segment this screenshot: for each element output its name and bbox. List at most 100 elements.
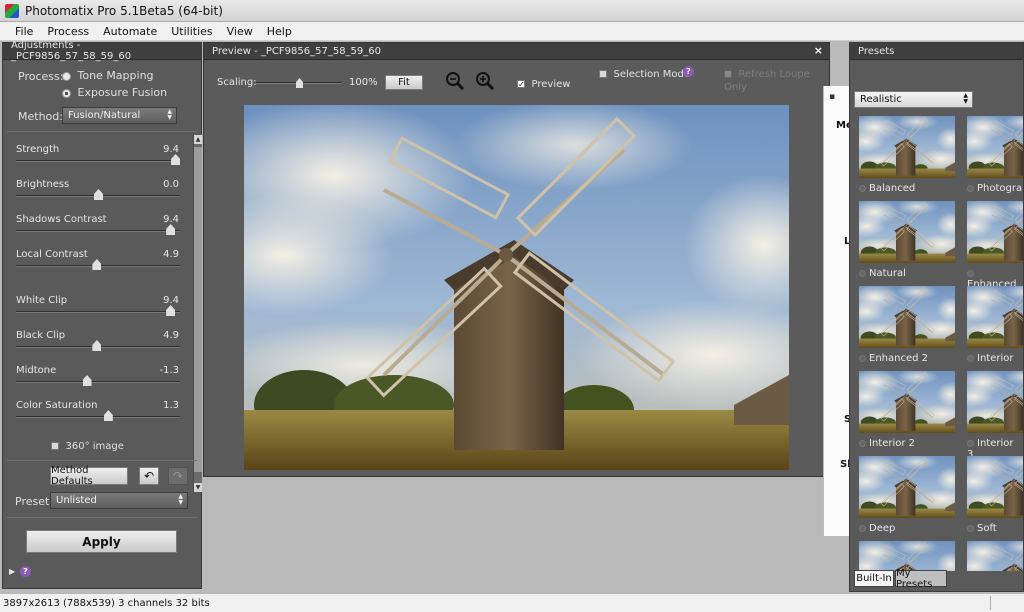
- slider-track[interactable]: [16, 381, 180, 383]
- slider-track[interactable]: [16, 230, 180, 232]
- slider-value: 9.4: [163, 214, 179, 225]
- preset-label[interactable]: Deep: [859, 523, 895, 534]
- slider-thumb[interactable]: [92, 259, 102, 270]
- preset-label: Preset:: [15, 495, 54, 508]
- slider-thumb[interactable]: [94, 189, 103, 200]
- close-icon[interactable]: ×: [814, 44, 823, 57]
- preset-thumbnail-deep[interactable]: [859, 456, 955, 518]
- slider-thumb[interactable]: [92, 340, 102, 351]
- preset-label[interactable]: Natural: [859, 268, 906, 279]
- help-icon[interactable]: ?: [683, 66, 694, 77]
- scaling-slider[interactable]: [256, 78, 342, 88]
- preset-category-dropdown[interactable]: Realistic ▲ ▼: [854, 91, 973, 108]
- slider-brightness[interactable]: Brightness 0.0: [15, 179, 181, 209]
- menu-process[interactable]: Process: [40, 25, 96, 38]
- preview-label: Preview: [531, 79, 571, 90]
- tab-my-presets[interactable]: My Presets: [895, 567, 947, 590]
- process-label: Process:: [18, 70, 64, 83]
- preset-label[interactable]: Interior: [967, 353, 1013, 364]
- preset-category-value: Realistic: [860, 94, 902, 105]
- slider-thumb[interactable]: [166, 224, 176, 235]
- method-defaults-button[interactable]: Method Defaults: [50, 465, 128, 487]
- image-360-checkbox[interactable]: 360° image: [51, 439, 124, 452]
- menu-file[interactable]: File: [8, 25, 40, 38]
- slider-value: -1.3: [159, 365, 179, 376]
- menu-view[interactable]: View: [220, 25, 260, 38]
- zoom-in-icon[interactable]: [475, 71, 495, 91]
- preset-label[interactable]: Soft: [967, 523, 997, 534]
- slider-track[interactable]: [16, 311, 180, 313]
- preview-image[interactable]: [244, 105, 789, 470]
- scaling-thumb[interactable]: [296, 78, 303, 88]
- slider-track[interactable]: [16, 160, 180, 162]
- help-icon[interactable]: ?: [20, 566, 31, 577]
- preset-label[interactable]: Balanced: [859, 183, 915, 194]
- menu-help[interactable]: Help: [260, 25, 299, 38]
- slider-black-clip[interactable]: Black Clip 4.9: [15, 330, 181, 360]
- slider-thumb[interactable]: [166, 305, 176, 316]
- preset-name: Interior: [977, 353, 1014, 364]
- slider-thumb[interactable]: [171, 154, 181, 165]
- apply-button[interactable]: Apply: [26, 530, 177, 553]
- scroll-thumb[interactable]: [194, 147, 202, 472]
- presets-panel: Presets Realistic ▲▼ Balanced Photograph…: [849, 42, 1024, 592]
- menu-automate[interactable]: Automate: [96, 25, 164, 38]
- thumbnail-image: [967, 371, 1023, 433]
- adjustments-scrollbar[interactable]: ▲ ▼: [193, 135, 202, 492]
- preset-label[interactable]: Enhanced 2: [859, 353, 928, 364]
- slider-midtone[interactable]: Midtone -1.3: [15, 365, 181, 395]
- preset-thumbnail-interior-2[interactable]: [859, 371, 955, 433]
- preset-thumbnail-balanced[interactable]: [859, 116, 955, 178]
- menu-bar: File Process Automate Utilities View Hel…: [0, 22, 1024, 41]
- slider-thumb[interactable]: [82, 375, 92, 386]
- preset-name: Interior 2: [869, 438, 916, 449]
- adjustments-panel: Adjustments - _PCF9856_57_58_59_60 Proce…: [2, 40, 202, 589]
- slider-local-contrast[interactable]: Local Contrast 4.9: [15, 249, 181, 279]
- adjustments-header: Adjustments - _PCF9856_57_58_59_60: [3, 40, 201, 62]
- expand-triangle-icon[interactable]: ▶: [9, 567, 15, 576]
- radio-circle-icon: [62, 71, 71, 81]
- preset-thumbnail-partial[interactable]: [859, 541, 955, 571]
- preset-label[interactable]: Interior 2: [859, 438, 915, 449]
- scroll-down-icon[interactable]: ▼: [194, 483, 202, 492]
- status-bar: 3897x2613 (788x539) 3 channels 32 bits: [0, 593, 1024, 612]
- menu-utilities[interactable]: Utilities: [164, 25, 219, 38]
- radio-tone-mapping[interactable]: Tone Mapping: [62, 69, 154, 82]
- preset-dropdown[interactable]: Unlisted ▲ ▼: [50, 492, 188, 509]
- checkbox-checked-icon: [517, 80, 525, 88]
- preview-title: Preview - _PCF9856_57_58_59_60: [212, 45, 382, 57]
- slider-label: Color Saturation: [16, 400, 98, 411]
- preset-thumbnail-partial[interactable]: [967, 541, 1023, 571]
- undo-button[interactable]: ↶: [139, 467, 159, 485]
- preset-thumbnail-interior-3[interactable]: [967, 371, 1023, 433]
- thumbnail-image: [859, 541, 955, 571]
- preset-thumbnail-interior[interactable]: [967, 286, 1023, 348]
- refresh-loupe-checkbox[interactable]: Refresh Loupe Only: [724, 67, 829, 93]
- preset-label[interactable]: Photographic: [967, 183, 1023, 194]
- slider-white-clip[interactable]: White Clip 9.4: [15, 295, 181, 325]
- tab-label: My Presets: [896, 567, 933, 590]
- slider-track[interactable]: [16, 416, 180, 418]
- slider-thumb[interactable]: [103, 410, 113, 421]
- preset-thumbnail-photographic[interactable]: [967, 116, 1023, 178]
- preset-thumbnail-enhanced-2[interactable]: [859, 286, 955, 348]
- radio-exposure-fusion[interactable]: Exposure Fusion: [62, 86, 167, 99]
- slider-color-saturation[interactable]: Color Saturation 1.3: [15, 400, 181, 430]
- slider-shadows-contrast[interactable]: Shadows Contrast 9.4: [15, 214, 181, 244]
- radio-selected-icon: [62, 88, 71, 98]
- redo-button[interactable]: ↷: [168, 467, 188, 485]
- preview-checkbox[interactable]: Preview: [517, 77, 570, 90]
- slider-label: White Clip: [16, 295, 68, 306]
- slider-strength[interactable]: Strength 9.4: [15, 144, 181, 174]
- selection-mode-checkbox[interactable]: Selection Mode: [599, 67, 690, 80]
- scroll-up-icon[interactable]: ▲: [194, 135, 202, 144]
- slider-value: 0.0: [163, 179, 179, 190]
- refresh-loupe-label: Refresh Loupe Only: [724, 69, 810, 93]
- tab-built-in[interactable]: Built-In: [854, 570, 894, 587]
- preset-thumbnail-enhanced[interactable]: [967, 201, 1023, 263]
- preset-thumbnail-natural[interactable]: [859, 201, 955, 263]
- fit-button[interactable]: Fit: [385, 75, 423, 90]
- preset-thumbnail-soft[interactable]: [967, 456, 1023, 518]
- zoom-out-icon[interactable]: [445, 71, 465, 91]
- method-dropdown[interactable]: Fusion/Natural ▲ ▼: [62, 107, 177, 124]
